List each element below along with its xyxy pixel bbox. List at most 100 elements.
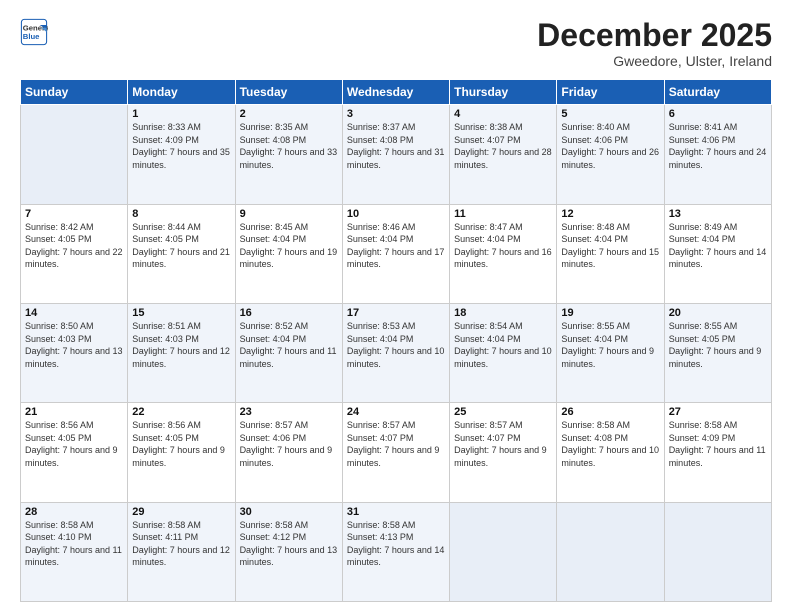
day-info: Sunrise: 8:50 AMSunset: 4:03 PMDaylight:… xyxy=(25,320,123,370)
day-info: Sunrise: 8:58 AMSunset: 4:11 PMDaylight:… xyxy=(132,519,230,569)
day-info: Sunrise: 8:55 AMSunset: 4:04 PMDaylight:… xyxy=(561,320,659,370)
day-info: Sunrise: 8:44 AMSunset: 4:05 PMDaylight:… xyxy=(132,221,230,271)
day-info: Sunrise: 8:54 AMSunset: 4:04 PMDaylight:… xyxy=(454,320,552,370)
week-row-1: 7Sunrise: 8:42 AMSunset: 4:05 PMDaylight… xyxy=(21,204,772,303)
calendar-table: SundayMondayTuesdayWednesdayThursdayFrid… xyxy=(20,79,772,602)
calendar-cell: 30Sunrise: 8:58 AMSunset: 4:12 PMDayligh… xyxy=(235,502,342,601)
day-number: 20 xyxy=(669,307,767,319)
day-info: Sunrise: 8:38 AMSunset: 4:07 PMDaylight:… xyxy=(454,121,552,171)
day-info: Sunrise: 8:56 AMSunset: 4:05 PMDaylight:… xyxy=(132,419,230,469)
calendar-cell xyxy=(21,105,128,204)
week-row-3: 21Sunrise: 8:56 AMSunset: 4:05 PMDayligh… xyxy=(21,403,772,502)
day-info: Sunrise: 8:58 AMSunset: 4:09 PMDaylight:… xyxy=(669,419,767,469)
day-info: Sunrise: 8:42 AMSunset: 4:05 PMDaylight:… xyxy=(25,221,123,271)
day-info: Sunrise: 8:57 AMSunset: 4:07 PMDaylight:… xyxy=(347,419,445,469)
day-info: Sunrise: 8:56 AMSunset: 4:05 PMDaylight:… xyxy=(25,419,123,469)
day-info: Sunrise: 8:46 AMSunset: 4:04 PMDaylight:… xyxy=(347,221,445,271)
calendar-cell: 17Sunrise: 8:53 AMSunset: 4:04 PMDayligh… xyxy=(342,303,449,402)
day-info: Sunrise: 8:58 AMSunset: 4:08 PMDaylight:… xyxy=(561,419,659,469)
day-info: Sunrise: 8:53 AMSunset: 4:04 PMDaylight:… xyxy=(347,320,445,370)
week-row-0: 1Sunrise: 8:33 AMSunset: 4:09 PMDaylight… xyxy=(21,105,772,204)
day-info: Sunrise: 8:47 AMSunset: 4:04 PMDaylight:… xyxy=(454,221,552,271)
day-number: 2 xyxy=(240,108,338,120)
page: General Blue General Blue December 2025 … xyxy=(0,0,792,612)
calendar-cell: 16Sunrise: 8:52 AMSunset: 4:04 PMDayligh… xyxy=(235,303,342,402)
calendar-cell: 25Sunrise: 8:57 AMSunset: 4:07 PMDayligh… xyxy=(450,403,557,502)
day-number: 23 xyxy=(240,406,338,418)
day-number: 8 xyxy=(132,208,230,220)
day-number: 7 xyxy=(25,208,123,220)
day-number: 9 xyxy=(240,208,338,220)
day-number: 14 xyxy=(25,307,123,319)
day-info: Sunrise: 8:41 AMSunset: 4:06 PMDaylight:… xyxy=(669,121,767,171)
day-number: 31 xyxy=(347,506,445,518)
day-info: Sunrise: 8:35 AMSunset: 4:08 PMDaylight:… xyxy=(240,121,338,171)
calendar-cell: 31Sunrise: 8:58 AMSunset: 4:13 PMDayligh… xyxy=(342,502,449,601)
calendar-cell: 22Sunrise: 8:56 AMSunset: 4:05 PMDayligh… xyxy=(128,403,235,502)
day-number: 3 xyxy=(347,108,445,120)
day-number: 21 xyxy=(25,406,123,418)
calendar-cell: 9Sunrise: 8:45 AMSunset: 4:04 PMDaylight… xyxy=(235,204,342,303)
calendar-cell: 21Sunrise: 8:56 AMSunset: 4:05 PMDayligh… xyxy=(21,403,128,502)
header-wednesday: Wednesday xyxy=(342,80,449,105)
header-monday: Monday xyxy=(128,80,235,105)
day-info: Sunrise: 8:57 AMSunset: 4:07 PMDaylight:… xyxy=(454,419,552,469)
calendar-cell: 15Sunrise: 8:51 AMSunset: 4:03 PMDayligh… xyxy=(128,303,235,402)
calendar-cell: 8Sunrise: 8:44 AMSunset: 4:05 PMDaylight… xyxy=(128,204,235,303)
day-info: Sunrise: 8:57 AMSunset: 4:06 PMDaylight:… xyxy=(240,419,338,469)
day-info: Sunrise: 8:37 AMSunset: 4:08 PMDaylight:… xyxy=(347,121,445,171)
calendar-cell: 29Sunrise: 8:58 AMSunset: 4:11 PMDayligh… xyxy=(128,502,235,601)
calendar-cell: 12Sunrise: 8:48 AMSunset: 4:04 PMDayligh… xyxy=(557,204,664,303)
day-number: 19 xyxy=(561,307,659,319)
day-number: 16 xyxy=(240,307,338,319)
day-info: Sunrise: 8:33 AMSunset: 4:09 PMDaylight:… xyxy=(132,121,230,171)
calendar-cell: 11Sunrise: 8:47 AMSunset: 4:04 PMDayligh… xyxy=(450,204,557,303)
calendar-cell: 3Sunrise: 8:37 AMSunset: 4:08 PMDaylight… xyxy=(342,105,449,204)
svg-text:Blue: Blue xyxy=(23,32,40,41)
day-info: Sunrise: 8:51 AMSunset: 4:03 PMDaylight:… xyxy=(132,320,230,370)
day-number: 18 xyxy=(454,307,552,319)
subtitle: Gweedore, Ulster, Ireland xyxy=(537,53,772,69)
day-number: 24 xyxy=(347,406,445,418)
day-number: 30 xyxy=(240,506,338,518)
calendar-cell: 27Sunrise: 8:58 AMSunset: 4:09 PMDayligh… xyxy=(664,403,771,502)
calendar-cell xyxy=(557,502,664,601)
day-number: 28 xyxy=(25,506,123,518)
calendar-cell: 28Sunrise: 8:58 AMSunset: 4:10 PMDayligh… xyxy=(21,502,128,601)
calendar-cell: 14Sunrise: 8:50 AMSunset: 4:03 PMDayligh… xyxy=(21,303,128,402)
day-info: Sunrise: 8:40 AMSunset: 4:06 PMDaylight:… xyxy=(561,121,659,171)
week-row-4: 28Sunrise: 8:58 AMSunset: 4:10 PMDayligh… xyxy=(21,502,772,601)
day-info: Sunrise: 8:49 AMSunset: 4:04 PMDaylight:… xyxy=(669,221,767,271)
day-number: 6 xyxy=(669,108,767,120)
calendar-cell: 1Sunrise: 8:33 AMSunset: 4:09 PMDaylight… xyxy=(128,105,235,204)
week-row-2: 14Sunrise: 8:50 AMSunset: 4:03 PMDayligh… xyxy=(21,303,772,402)
day-number: 22 xyxy=(132,406,230,418)
logo-icon: General Blue xyxy=(20,18,48,46)
day-number: 13 xyxy=(669,208,767,220)
calendar-cell: 7Sunrise: 8:42 AMSunset: 4:05 PMDaylight… xyxy=(21,204,128,303)
day-info: Sunrise: 8:58 AMSunset: 4:10 PMDaylight:… xyxy=(25,519,123,569)
calendar-cell: 2Sunrise: 8:35 AMSunset: 4:08 PMDaylight… xyxy=(235,105,342,204)
day-number: 27 xyxy=(669,406,767,418)
calendar-cell: 23Sunrise: 8:57 AMSunset: 4:06 PMDayligh… xyxy=(235,403,342,502)
calendar-cell: 6Sunrise: 8:41 AMSunset: 4:06 PMDaylight… xyxy=(664,105,771,204)
day-info: Sunrise: 8:58 AMSunset: 4:13 PMDaylight:… xyxy=(347,519,445,569)
calendar-cell: 10Sunrise: 8:46 AMSunset: 4:04 PMDayligh… xyxy=(342,204,449,303)
header-thursday: Thursday xyxy=(450,80,557,105)
day-number: 12 xyxy=(561,208,659,220)
day-info: Sunrise: 8:48 AMSunset: 4:04 PMDaylight:… xyxy=(561,221,659,271)
calendar-cell: 20Sunrise: 8:55 AMSunset: 4:05 PMDayligh… xyxy=(664,303,771,402)
day-number: 10 xyxy=(347,208,445,220)
calendar-cell: 13Sunrise: 8:49 AMSunset: 4:04 PMDayligh… xyxy=(664,204,771,303)
day-number: 26 xyxy=(561,406,659,418)
day-number: 4 xyxy=(454,108,552,120)
day-number: 17 xyxy=(347,307,445,319)
day-info: Sunrise: 8:58 AMSunset: 4:12 PMDaylight:… xyxy=(240,519,338,569)
day-number: 11 xyxy=(454,208,552,220)
calendar-cell: 19Sunrise: 8:55 AMSunset: 4:04 PMDayligh… xyxy=(557,303,664,402)
calendar-cell xyxy=(664,502,771,601)
calendar-cell: 4Sunrise: 8:38 AMSunset: 4:07 PMDaylight… xyxy=(450,105,557,204)
calendar-cell: 18Sunrise: 8:54 AMSunset: 4:04 PMDayligh… xyxy=(450,303,557,402)
day-info: Sunrise: 8:52 AMSunset: 4:04 PMDaylight:… xyxy=(240,320,338,370)
calendar-cell: 24Sunrise: 8:57 AMSunset: 4:07 PMDayligh… xyxy=(342,403,449,502)
